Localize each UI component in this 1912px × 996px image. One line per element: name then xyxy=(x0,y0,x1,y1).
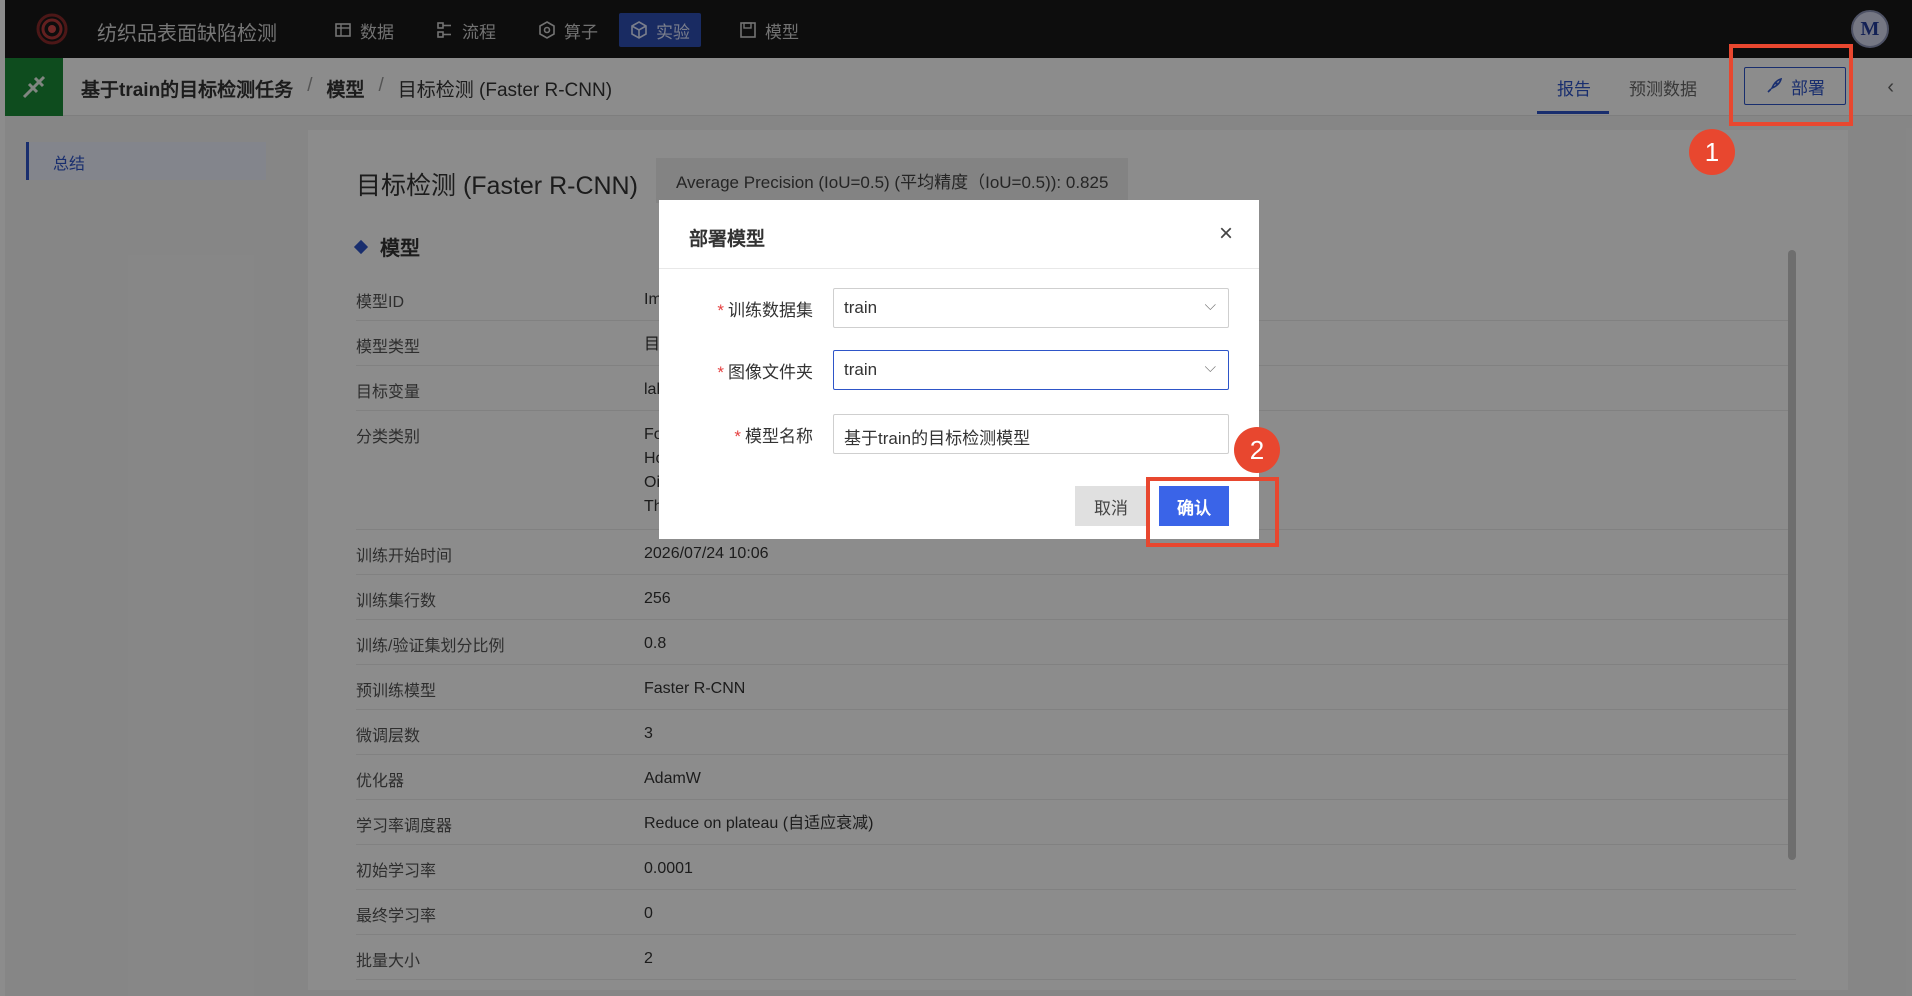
required-mark: * xyxy=(717,363,724,382)
model-name-label-text: 模型名称 xyxy=(745,427,813,446)
chevron-down-icon: ⌵ xyxy=(1204,359,1216,376)
dialog-divider xyxy=(659,268,1259,269)
folder-label: * 图像文件夹 xyxy=(673,358,813,383)
dataset-select[interactable]: train ⌵ xyxy=(833,288,1229,328)
step1-callout: 1 xyxy=(1689,129,1735,175)
step2-callout: 2 xyxy=(1234,427,1280,473)
model-name-input[interactable]: 基于train的目标检测模型 xyxy=(833,414,1229,454)
image-folder-select-value: train xyxy=(844,360,878,379)
dialog-title: 部署模型 xyxy=(689,229,766,250)
dataset-label: * 训练数据集 xyxy=(673,296,813,321)
dataset-label-text: 训练数据集 xyxy=(728,301,813,320)
required-mark: * xyxy=(717,301,724,320)
folder-label-text: 图像文件夹 xyxy=(728,363,813,382)
chevron-down-icon: ⌵ xyxy=(1204,297,1216,314)
cancel-button[interactable]: 取消 xyxy=(1075,486,1147,526)
model-name-input-value: 基于train的目标检测模型 xyxy=(844,429,1031,448)
step1-highlight-box xyxy=(1729,44,1853,126)
step2-highlight-box xyxy=(1146,477,1279,547)
required-mark: * xyxy=(734,427,741,446)
model-name-label: * 模型名称 xyxy=(673,422,813,447)
image-folder-select[interactable]: train ⌵ xyxy=(833,350,1229,390)
dataset-select-value: train xyxy=(844,298,878,317)
close-icon[interactable]: × xyxy=(1219,220,1233,248)
